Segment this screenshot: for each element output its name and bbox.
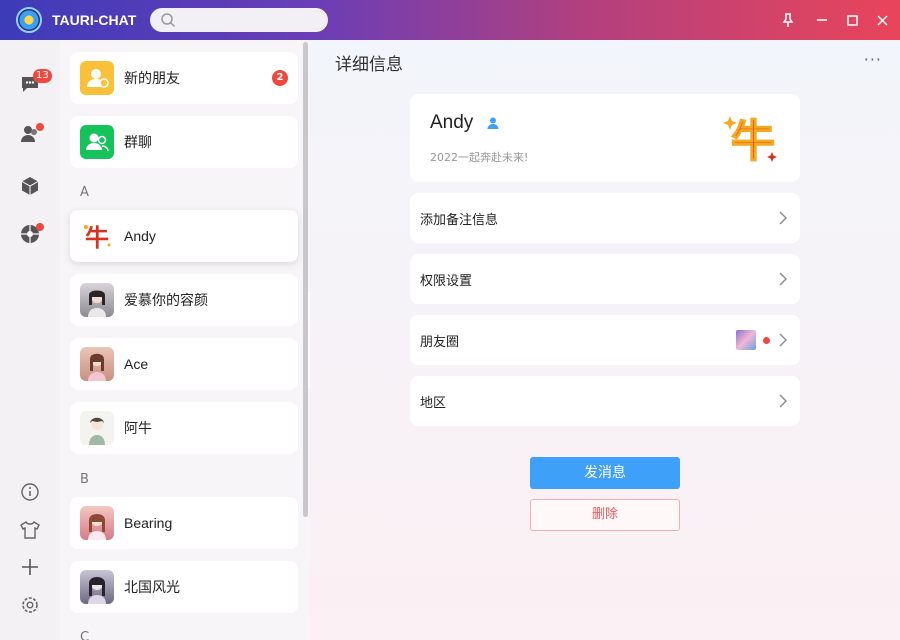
- contact-item[interactable]: 爱慕你的容颜: [70, 274, 298, 326]
- search-icon: [161, 13, 176, 28]
- row-label: 地区: [420, 396, 447, 411]
- group-chat-label: 群聊: [124, 134, 152, 150]
- contact-name: 阿牛: [124, 420, 152, 436]
- title-bar: TAURI-CHAT: [0, 0, 900, 40]
- nav-rail: 13: [0, 40, 60, 640]
- contacts-dot: [36, 123, 44, 131]
- contact-name: Andy: [124, 228, 156, 244]
- moments-thumbnail: [736, 330, 756, 350]
- profile-name: Andy: [430, 112, 474, 133]
- moments-unread-dot: [763, 337, 770, 344]
- contact-name: Ace: [124, 356, 149, 372]
- group-chat-item[interactable]: 群聊: [70, 116, 298, 168]
- new-friends-badge: 2: [272, 70, 288, 86]
- avatar: [80, 411, 114, 445]
- contact-name: Bearing: [124, 515, 173, 531]
- profile-avatar[interactable]: 牛: [722, 108, 782, 168]
- contact-item-andy[interactable]: 牛 Andy: [70, 210, 298, 262]
- section-letter-a: A: [80, 185, 89, 200]
- info-icon[interactable]: [18, 480, 42, 504]
- profile-signature: 2022一起奔赴未来!: [430, 151, 529, 164]
- shirt-icon[interactable]: [18, 518, 42, 542]
- close-icon[interactable]: [870, 8, 894, 32]
- detail-panel: 详细信息 ··· Andy 2022一起奔赴未来! 牛 添加备注信息 权限设置 …: [310, 40, 900, 640]
- group-chat-icon: [80, 125, 114, 159]
- add-remark-row[interactable]: 添加备注信息: [410, 193, 800, 243]
- search-input[interactable]: [150, 8, 328, 32]
- avatar: [80, 283, 114, 317]
- chevron-right-icon: [779, 272, 787, 286]
- contact-list-scrollbar[interactable]: [303, 42, 308, 517]
- pin-icon[interactable]: [776, 8, 800, 32]
- new-friends-item[interactable]: 新的朋友 2: [70, 52, 298, 104]
- svg-text:牛: 牛: [731, 116, 775, 167]
- new-friends-label: 新的朋友: [124, 70, 180, 86]
- contact-name: 北国风光: [124, 579, 180, 595]
- delete-button[interactable]: 删除: [530, 499, 680, 531]
- row-label: 添加备注信息: [420, 213, 499, 228]
- moments-dot: [36, 223, 44, 231]
- plus-icon[interactable]: [18, 555, 42, 579]
- chevron-right-icon: [779, 333, 787, 347]
- contact-name: 爱慕你的容颜: [124, 292, 208, 308]
- settings-icon[interactable]: [18, 593, 42, 617]
- contact-item[interactable]: 阿牛: [70, 402, 298, 454]
- svg-text:牛: 牛: [85, 224, 109, 252]
- app-logo-icon: [16, 7, 42, 33]
- contact-item[interactable]: 北国风光: [70, 561, 298, 613]
- contact-item[interactable]: Ace: [70, 338, 298, 390]
- chevron-right-icon: [779, 211, 787, 225]
- chat-badge: 13: [33, 69, 52, 83]
- avatar: [80, 506, 114, 540]
- region-row[interactable]: 地区: [410, 376, 800, 426]
- more-button[interactable]: ···: [864, 50, 882, 69]
- send-message-button[interactable]: 发消息: [530, 457, 680, 489]
- avatar: [80, 347, 114, 381]
- contact-item[interactable]: Bearing: [70, 497, 298, 549]
- section-letter-c: C: [80, 630, 90, 640]
- minimize-icon[interactable]: [810, 8, 834, 32]
- moments-row[interactable]: 朋友圈: [410, 315, 800, 365]
- page-title: 详细信息: [335, 55, 403, 75]
- user-icon: [487, 117, 499, 129]
- new-friend-icon: [80, 61, 114, 95]
- row-label: 朋友圈: [420, 335, 460, 350]
- permissions-row[interactable]: 权限设置: [410, 254, 800, 304]
- avatar: 牛: [80, 219, 114, 253]
- chevron-right-icon: [779, 394, 787, 408]
- profile-card: Andy 2022一起奔赴未来! 牛: [410, 94, 800, 182]
- row-label: 权限设置: [420, 274, 473, 289]
- app-title: TAURI-CHAT: [52, 12, 137, 28]
- maximize-icon[interactable]: [840, 8, 864, 32]
- contact-list: 新的朋友 2 群聊 A 牛 Andy 爱慕你的容颜 Ace 阿牛 B Beari…: [60, 40, 310, 640]
- section-letter-b: B: [80, 472, 89, 487]
- avatar: [80, 570, 114, 604]
- cube-icon[interactable]: [18, 174, 42, 198]
